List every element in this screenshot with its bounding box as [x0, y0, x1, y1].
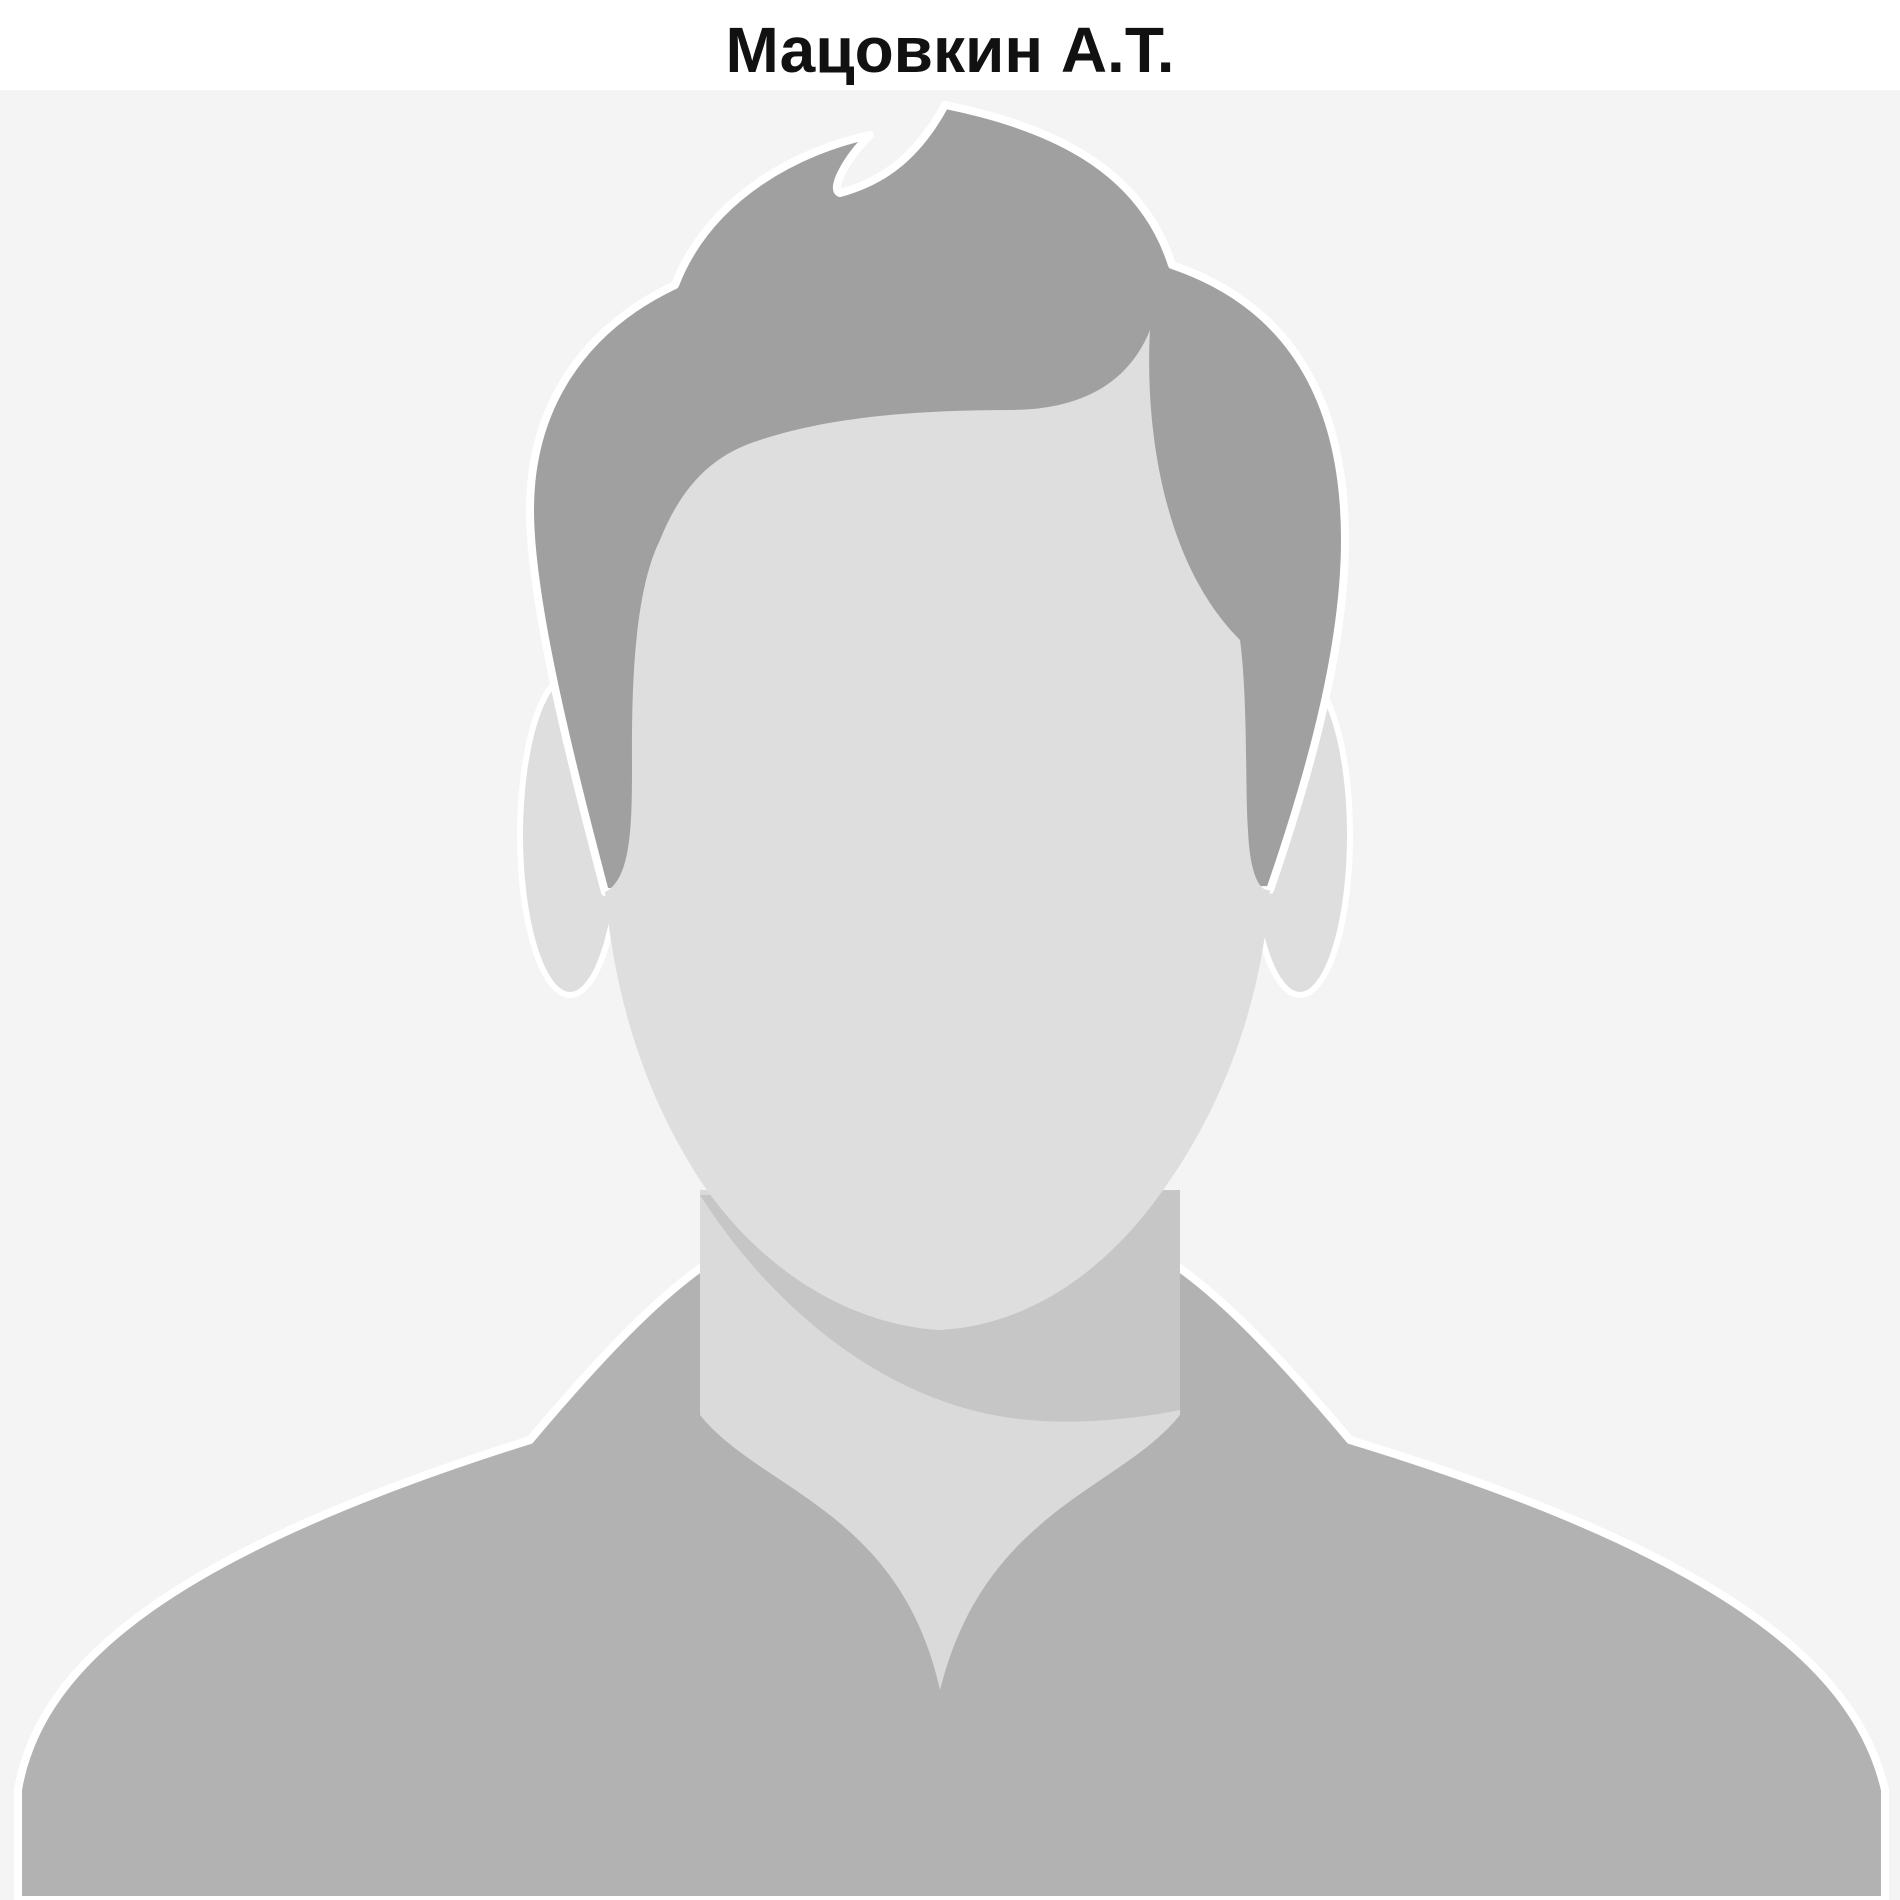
default-user-silhouette-icon	[0, 90, 1900, 1900]
person-name: Мацовкин А.Т.	[725, 14, 1175, 86]
profile-card: Мацовкин А.Т.	[0, 0, 1900, 1900]
